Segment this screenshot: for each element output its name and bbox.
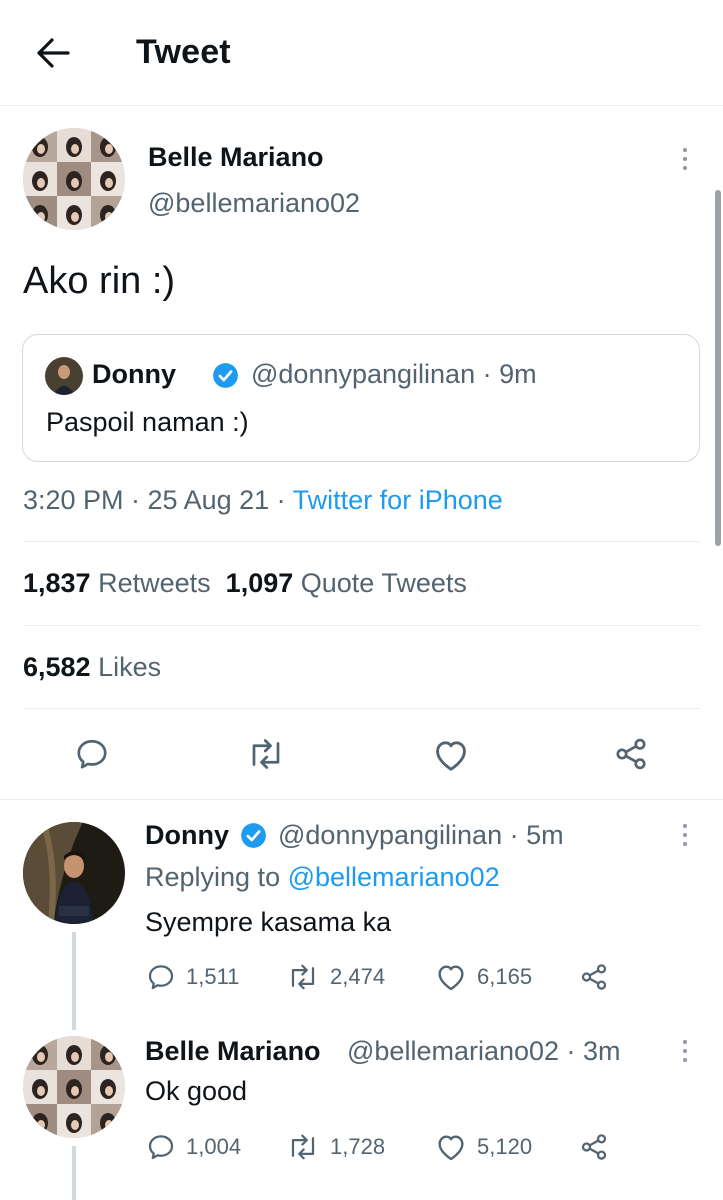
more-options-icon[interactable] [675,1036,695,1066]
verified-icon [240,822,267,854]
like-count: 5,120 [477,1134,533,1159]
divider [23,625,700,626]
quoted-text: Paspoil naman :) [46,407,249,437]
share-icon[interactable] [578,1132,610,1162]
engagement-stats: 1,837 Retweets 1,097 Quote Tweets [23,568,467,599]
retweet-icon [291,1134,315,1160]
page-title: Tweet [136,33,231,71]
quoted-tweet[interactable]: Donny @donnypangilinan · 9m Paspoil nama… [22,334,700,462]
reply-icon [148,1135,174,1160]
share-icon[interactable] [612,736,650,772]
retweet-icon[interactable] [246,736,286,772]
replying-to: Replying to @bellemariano02 [145,862,500,893]
reply-action[interactable]: 1,004 [146,1132,241,1162]
back-arrow-icon[interactable] [30,30,76,76]
retweet-count: 1,728 [330,1134,386,1159]
like-icon[interactable] [432,737,470,773]
more-options-icon[interactable] [675,820,695,850]
quotes-count: 1,097 [225,568,294,598]
reply-icon [148,965,174,990]
like-icon [438,1135,464,1161]
belle-avatar[interactable] [23,1036,125,1138]
quoted-author-handle: @donnypangilinan · 9m [251,359,537,389]
divider [23,541,700,542]
reply-count: 1,511 [186,964,240,989]
donny-avatar[interactable] [23,822,125,924]
likes-label: Likes [98,652,162,682]
reply-icon[interactable] [74,736,110,772]
divider [23,708,700,709]
belle-avatar[interactable] [23,128,125,230]
like-count: 6,165 [477,964,533,989]
reply-count: 1,004 [186,1134,242,1159]
mention-link[interactable]: @bellemariano02 [288,862,500,892]
author-handle[interactable]: @bellemariano02 [148,188,360,219]
like-action[interactable]: 5,120 [435,1132,532,1162]
author-name[interactable]: Belle Mariano [148,142,324,173]
quotes-stat[interactable]: 1,097 Quote Tweets [226,568,467,598]
retweets-label: Retweets [98,568,211,598]
tweet-timestamp: 3:20 PM · 25 Aug 21 · Twitter for iPhone [23,485,503,516]
retweets-count: 1,837 [23,568,91,598]
reply-author-handle[interactable]: @donnypangilinan · 5m [278,820,564,851]
retweet-icon [291,964,315,990]
reply-text: Ok good [145,1076,248,1106]
tweet-text: Ako rin :) [23,260,176,302]
retweets-stat[interactable]: 1,837 Retweets [23,568,211,598]
like-icon [438,965,464,991]
timestamp-text: 3:20 PM · 25 Aug 21 · [23,485,293,515]
verified-icon [212,362,239,394]
retweet-action[interactable]: 1,728 [286,1132,385,1162]
replying-to-label: Replying to [145,862,288,892]
reply-author-handle[interactable]: @bellemariano02 · 3m [347,1036,621,1067]
likes-stat[interactable]: 6,582 Likes [23,652,161,683]
scrollbar[interactable] [715,190,721,546]
retweet-action[interactable]: 2,474 [286,962,385,992]
more-options-icon[interactable] [675,144,695,174]
likes-count: 6,582 [23,652,91,682]
share-icon[interactable] [578,962,610,992]
retweet-count: 2,474 [330,964,386,989]
reply-author-name[interactable]: Belle Mariano [145,1036,321,1067]
source-link[interactable]: Twitter for iPhone [293,485,503,515]
thread-connector [72,1146,76,1200]
divider [0,799,723,800]
quoted-author-name: Donny [92,359,176,389]
reply-text: Syempre kasama ka [145,907,392,937]
quotes-label: Quote Tweets [300,568,467,598]
top-bar: Tweet [0,0,723,106]
reply-action[interactable]: 1,511 [146,962,239,992]
reply-author-name[interactable]: Donny [145,820,229,851]
like-action[interactable]: 6,165 [435,962,532,992]
donny-avatar [45,357,83,395]
thread-connector [72,932,76,1030]
